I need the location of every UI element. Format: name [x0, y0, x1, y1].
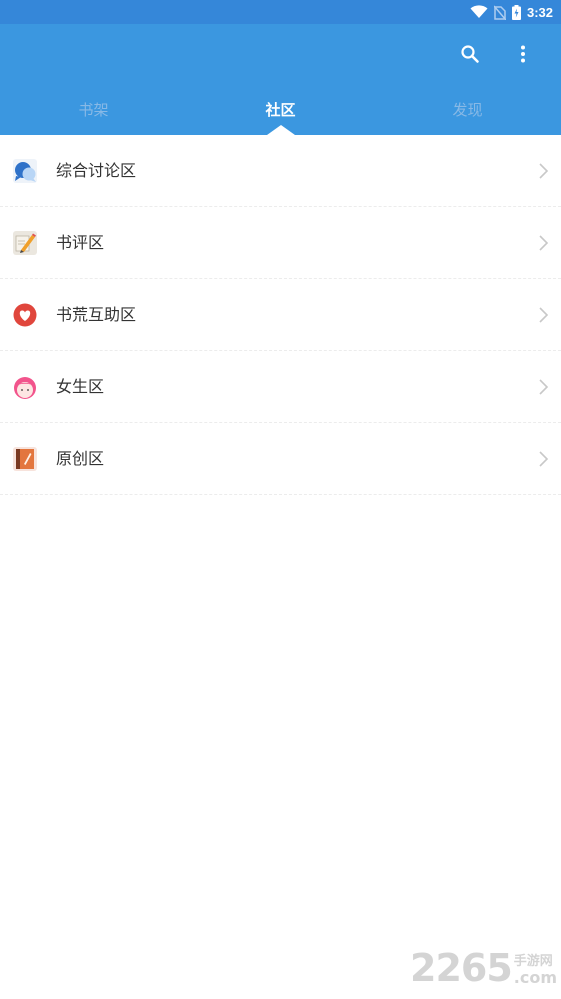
app-bar: 书架 社区 发现 — [0, 24, 561, 135]
list-item-book-review[interactable]: 书评区 — [0, 207, 561, 279]
tab-label: 书架 — [78, 101, 109, 119]
tab-community[interactable]: 社区 — [187, 92, 374, 135]
status-bar: 3:32 — [0, 0, 561, 24]
active-tab-indicator — [266, 125, 295, 135]
chevron-right-icon — [539, 451, 549, 467]
tab-bar: 书架 社区 发现 — [0, 92, 561, 135]
list-item-original[interactable]: 原创区 — [0, 423, 561, 495]
watermark-site: 手游网 .com — [514, 954, 557, 987]
watermark-site-cn: 手游网 — [513, 954, 553, 969]
watermark-site-com: .com — [513, 968, 557, 987]
list-item-label: 女生区 — [56, 377, 105, 396]
review-pencil-icon — [13, 231, 37, 255]
list-item-general-discussion[interactable]: 综合讨论区 — [0, 135, 561, 207]
girl-face-icon — [14, 377, 36, 399]
discussion-bubbles-icon — [13, 159, 37, 183]
list-item-label: 综合讨论区 — [56, 161, 137, 180]
list-item-book-famine-help[interactable]: 书荒互助区 — [0, 279, 561, 351]
chevron-right-icon — [539, 307, 549, 323]
list-item-label: 书荒互助区 — [56, 305, 137, 324]
status-time: 3:32 — [526, 4, 553, 20]
tab-discover[interactable]: 发现 — [374, 92, 561, 135]
tab-bookshelf[interactable]: 书架 — [0, 92, 187, 135]
chevron-right-icon — [539, 163, 549, 179]
more-vert-icon[interactable] — [511, 42, 535, 66]
battery-charging-icon — [511, 4, 521, 20]
list-item-label: 原创区 — [56, 449, 105, 468]
tab-label: 发现 — [452, 101, 483, 119]
list-item-label: 书评区 — [56, 233, 105, 252]
tab-label: 社区 — [265, 101, 296, 119]
chevron-right-icon — [539, 235, 549, 251]
heart-help-icon — [13, 303, 37, 327]
list-item-girls[interactable]: 女生区 — [0, 351, 561, 423]
community-list: 综合讨论区 书评区 书荒互助区 女生区 原创区 — [0, 135, 561, 495]
original-book-icon — [13, 447, 37, 471]
watermark-number: 2265 — [410, 946, 513, 990]
chevron-right-icon — [539, 379, 549, 395]
site-watermark: 2265 手游网 .com — [410, 949, 557, 987]
status-icons: 3:32 — [470, 3, 553, 21]
no-sim-icon — [493, 5, 506, 20]
search-icon[interactable] — [458, 42, 482, 66]
wifi-icon — [470, 5, 488, 18]
